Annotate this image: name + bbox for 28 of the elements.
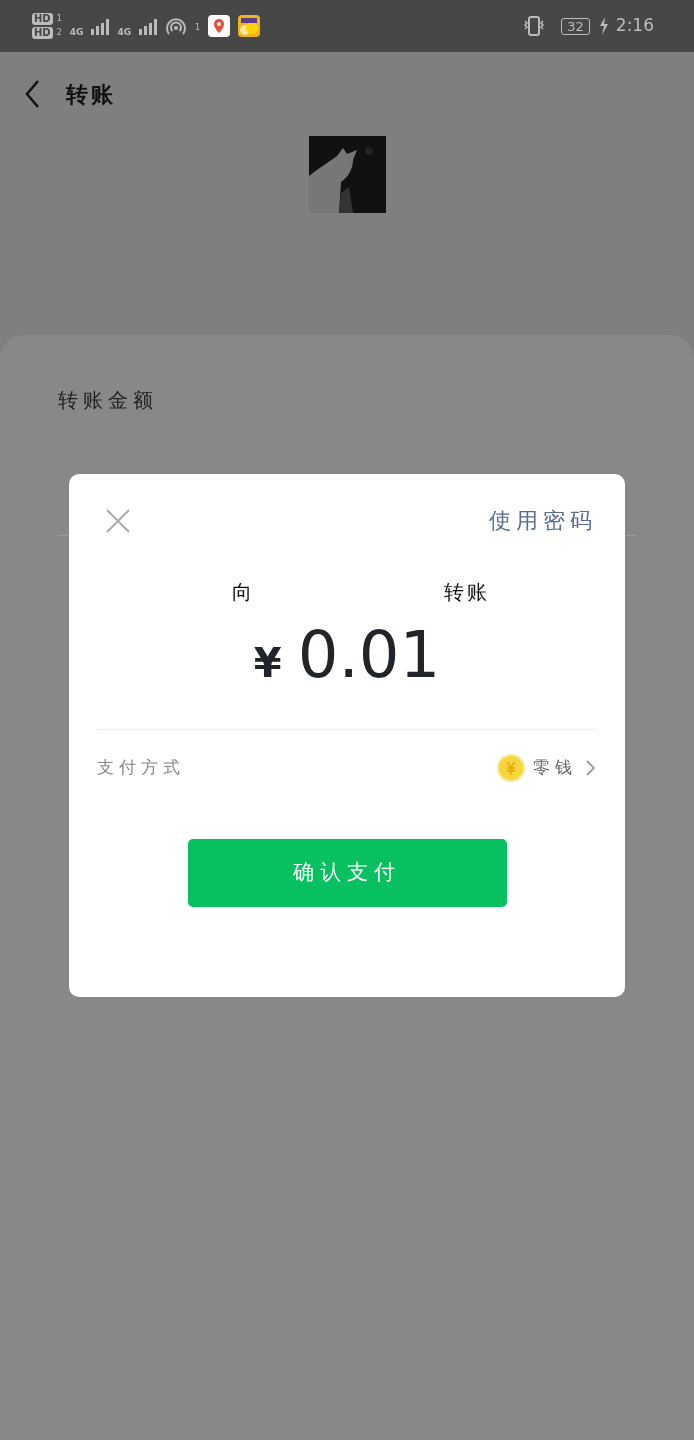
hd-label: HD: [32, 13, 53, 25]
game-app-icon: [238, 15, 261, 37]
sim-number: 2: [56, 28, 62, 38]
recipient-suffix: 转账: [444, 579, 490, 606]
payment-method-label: 支付方式: [97, 756, 185, 780]
vibrate-icon: [523, 15, 546, 37]
battery-level: 32: [561, 17, 590, 35]
page-title: 转账: [66, 80, 116, 109]
network-label: 4G: [117, 27, 132, 37]
signal-icon: [139, 17, 158, 35]
clock: 2:16: [615, 14, 654, 38]
payment-amount: 0.01: [297, 623, 441, 687]
coin-icon: [497, 754, 525, 782]
payment-method-value[interactable]: 零钱: [533, 755, 577, 781]
charging-icon: [597, 16, 608, 36]
notification-count: 1: [195, 23, 201, 33]
amount-label: 转账金额: [58, 387, 159, 414]
currency-symbol: ¥: [253, 639, 282, 688]
back-icon[interactable]: [24, 79, 42, 109]
signal-icon: [91, 17, 110, 35]
use-password-link[interactable]: 使用密码: [489, 504, 597, 537]
chevron-right-icon: [585, 759, 597, 777]
hotspot-icon: [165, 16, 188, 36]
recipient-prefix: 向: [232, 579, 255, 606]
sim-number: 1: [56, 14, 62, 24]
hd-label: HD: [32, 27, 53, 39]
network-label: 4G: [69, 27, 84, 37]
map-pin-icon: [208, 15, 231, 37]
